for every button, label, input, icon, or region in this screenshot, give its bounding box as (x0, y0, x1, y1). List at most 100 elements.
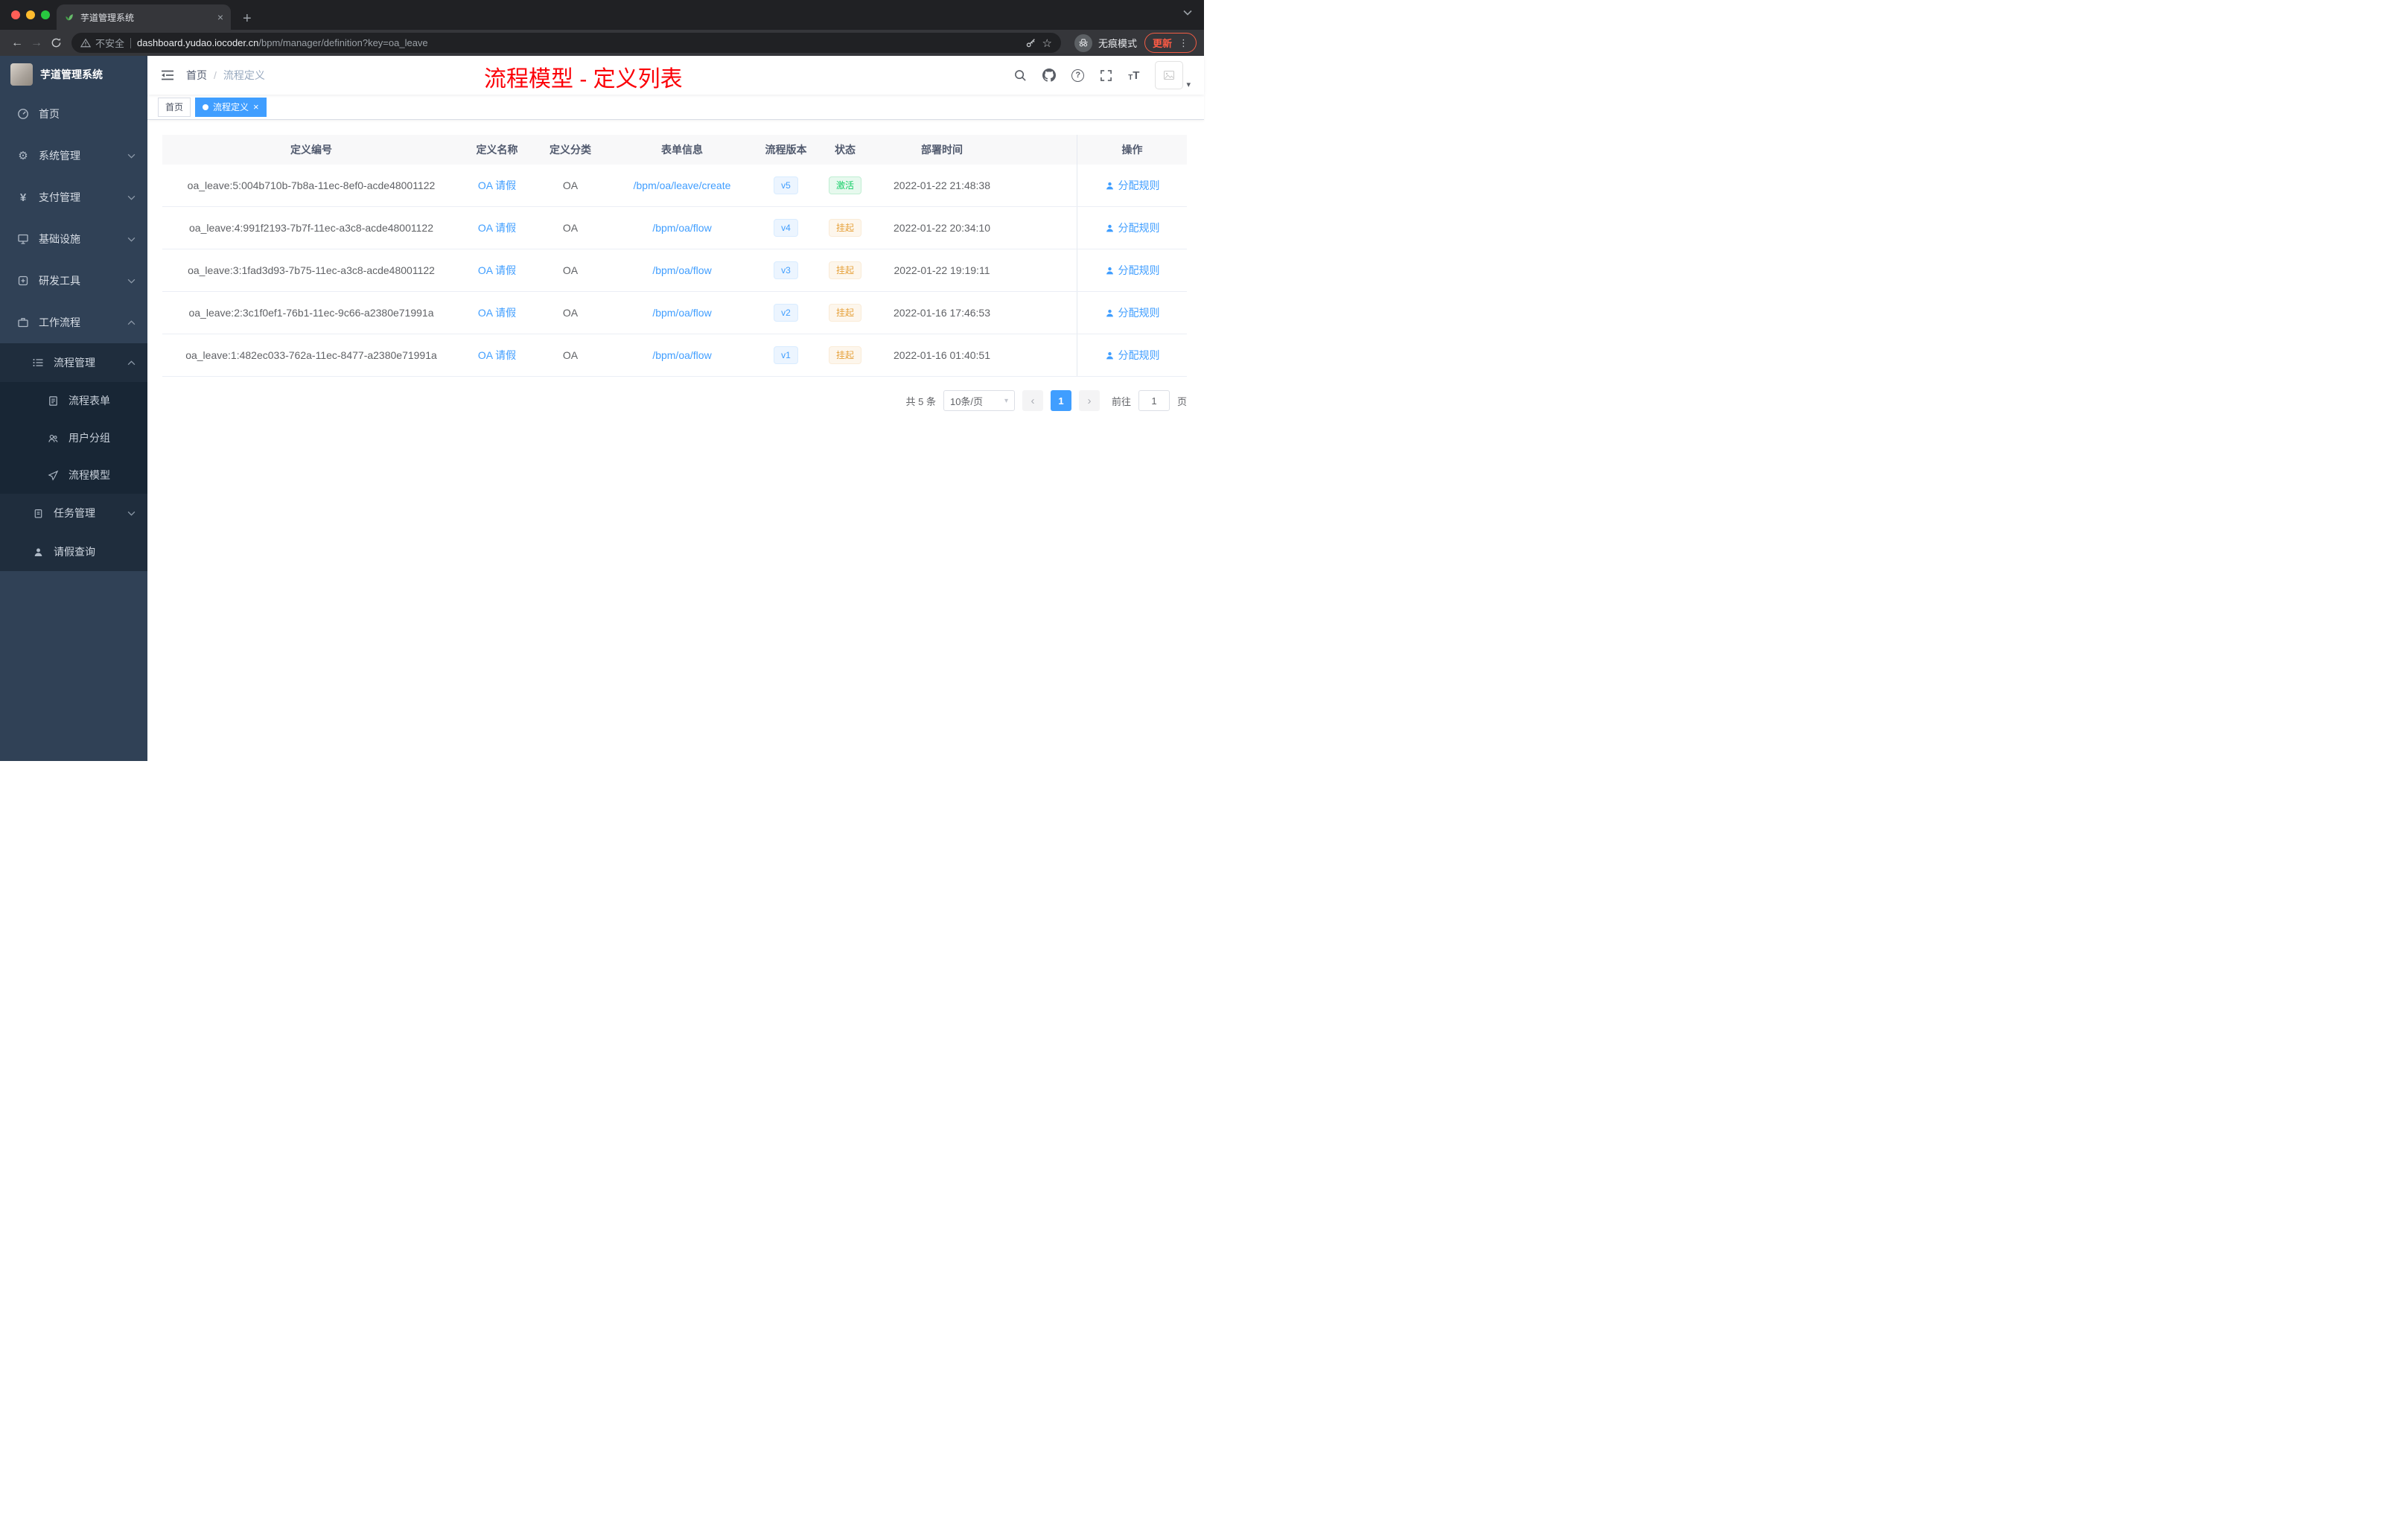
deploy-time: 2022-01-16 01:40:51 (894, 349, 990, 361)
back-icon[interactable]: ← (7, 34, 27, 53)
forward-icon[interactable]: → (27, 34, 46, 53)
form-link[interactable]: /bpm/oa/flow (652, 307, 711, 319)
sidebar-item-system[interactable]: ⚙ 系统管理 (0, 135, 147, 176)
table-header: 定义编号 定义名称 定义分类 表单信息 流程版本 状态 部署时间 操作 (162, 135, 1187, 165)
table-row: oa_leave:3:1fad3d93-7b75-11ec-a3c8-acde4… (162, 249, 1187, 292)
next-page-button[interactable]: › (1078, 390, 1100, 411)
definition-table: 定义编号 定义名称 定义分类 表单信息 流程版本 状态 部署时间 操作 oa_l… (162, 135, 1187, 377)
col-process-version: 流程版本 (765, 144, 807, 156)
browser-menu-icon[interactable]: ⋮ (1179, 37, 1188, 49)
definition-name-link[interactable]: OA 请假 (478, 305, 516, 320)
sidebar-item-process-management[interactable]: 流程管理 (0, 343, 147, 382)
font-size-icon[interactable]: TT (1128, 69, 1139, 82)
sidebar-item-payment[interactable]: ¥ 支付管理 (0, 176, 147, 218)
assign-rule-link[interactable]: 分配规则 (1105, 263, 1160, 278)
chevron-up-icon (127, 319, 136, 325)
clipboard-icon (31, 508, 45, 519)
definition-category: OA (562, 222, 579, 234)
password-key-icon[interactable] (1025, 37, 1036, 48)
sidebar-item-task-management[interactable]: 任务管理 (0, 494, 147, 532)
user-avatar[interactable]: ▾ (1155, 61, 1191, 89)
sidebar-logo[interactable]: 芋道管理系统 (0, 56, 147, 93)
table-row: oa_leave:5:004b710b-7b8a-11ec-8ef0-acde4… (162, 165, 1187, 207)
total-count: 共 5 条 (905, 395, 936, 407)
incognito-icon (1074, 34, 1092, 52)
current-page-button[interactable]: 1 (1050, 390, 1071, 411)
assign-rule-link[interactable]: 分配规则 (1105, 348, 1160, 363)
incognito-badge: 无痕模式 (1074, 34, 1137, 52)
security-chip[interactable]: 不安全 (80, 36, 124, 50)
assign-rule-link[interactable]: 分配规则 (1105, 178, 1160, 193)
table-row: oa_leave:1:482ec033-762a-11ec-8477-a2380… (162, 334, 1187, 377)
annotation-title: 流程模型 - 定义列表 (484, 67, 683, 92)
close-window-button[interactable] (11, 10, 20, 19)
breadcrumb-home[interactable]: 首页 (186, 68, 207, 83)
github-icon[interactable] (1042, 69, 1057, 82)
maximize-window-button[interactable] (41, 10, 50, 19)
col-deploy-time: 部署时间 (921, 144, 963, 156)
status-tag: 挂起 (828, 219, 861, 237)
assign-rule-link[interactable]: 分配规则 (1105, 220, 1160, 235)
definition-name-link[interactable]: OA 请假 (478, 348, 516, 363)
users-icon (46, 433, 60, 444)
minimize-window-button[interactable] (26, 10, 35, 19)
form-link[interactable]: /bpm/oa/flow (652, 264, 711, 276)
form-link[interactable]: /bpm/oa/flow (652, 349, 711, 361)
chevron-down-icon (127, 237, 136, 242)
form-link[interactable]: /bpm/oa/leave/create (634, 179, 731, 191)
tag-home[interactable]: 首页 (158, 97, 191, 117)
assign-rule-link[interactable]: 分配规则 (1105, 305, 1160, 320)
warning-icon (80, 38, 91, 48)
user-icon (1106, 267, 1113, 274)
col-form-info: 表单信息 (661, 144, 703, 156)
sidebar-item-dev-tools[interactable]: 研发工具 (0, 260, 147, 302)
fullscreen-icon[interactable] (1100, 69, 1112, 82)
page-size-select[interactable]: 10条/页 ▾ (943, 390, 1015, 411)
tab-close-icon[interactable]: × (217, 11, 223, 23)
deploy-time: 2022-01-22 19:19:11 (894, 264, 990, 276)
definition-name-link[interactable]: OA 请假 (478, 178, 516, 193)
hamburger-icon[interactable] (161, 69, 174, 81)
sidebar-item-infrastructure[interactable]: 基础设施 (0, 218, 147, 260)
monitor-icon (16, 233, 30, 245)
form-link[interactable]: /bpm/oa/flow (652, 222, 711, 234)
sidebar-item-workflow[interactable]: 工作流程 (0, 302, 147, 343)
definition-id: oa_leave:3:1fad3d93-7b75-11ec-a3c8-acde4… (188, 264, 435, 276)
tag-close-icon[interactable]: × (253, 101, 259, 112)
breadcrumb: 首页 / 流程定义 (186, 68, 265, 83)
status-tag: 挂起 (828, 346, 861, 364)
update-button[interactable]: 更新 ⋮ (1144, 33, 1197, 53)
address-bar[interactable]: 不安全 dashboard.yudao.iocoder.cn/bpm/manag… (71, 33, 1061, 53)
sidebar-item-home[interactable]: 首页 (0, 93, 147, 135)
goto-page-input[interactable] (1138, 390, 1170, 411)
tab-search-icon[interactable] (1183, 10, 1192, 16)
col-definition-id: 定义编号 (290, 144, 332, 156)
help-icon[interactable]: ? (1071, 69, 1085, 82)
prev-page-button[interactable]: ‹ (1022, 390, 1043, 411)
col-definition-category: 定义分类 (550, 144, 591, 156)
chevron-down-icon (127, 153, 136, 159)
tag-process-definition[interactable]: 流程定义 × (195, 97, 267, 117)
browser-tab[interactable]: 芋道管理系统 × (57, 4, 231, 30)
sidebar-item-leave-query[interactable]: 请假查询 (0, 532, 147, 571)
sidebar-item-user-group[interactable]: 用户分组 (0, 419, 147, 456)
workflow-submenu: 流程管理 流程表单 用户分组 流程模型 任务管理 请假查询 (0, 343, 147, 571)
status-tag: 激活 (828, 176, 861, 194)
definition-name-link[interactable]: OA 请假 (478, 263, 516, 278)
bookmark-star-icon[interactable]: ☆ (1042, 36, 1052, 50)
definition-category: OA (562, 349, 579, 361)
breadcrumb-separator: / (214, 69, 217, 81)
chevron-down-icon (127, 511, 136, 516)
col-status: 状态 (835, 144, 856, 156)
breadcrumb-current: 流程定义 (223, 69, 265, 81)
url-text: dashboard.yudao.iocoder.cn/bpm/manager/d… (137, 37, 428, 48)
search-icon[interactable] (1014, 69, 1027, 82)
refresh-icon[interactable] (46, 34, 66, 53)
sidebar-item-process-model[interactable]: 流程模型 (0, 456, 147, 494)
page-unit-label: 页 (1176, 395, 1187, 407)
new-tab-button[interactable]: + (243, 11, 252, 26)
sidebar-item-process-form[interactable]: 流程表单 (0, 382, 147, 419)
deploy-time: 2022-01-22 20:34:10 (894, 222, 990, 234)
chevron-up-icon (127, 360, 136, 366)
definition-name-link[interactable]: OA 请假 (478, 220, 516, 235)
